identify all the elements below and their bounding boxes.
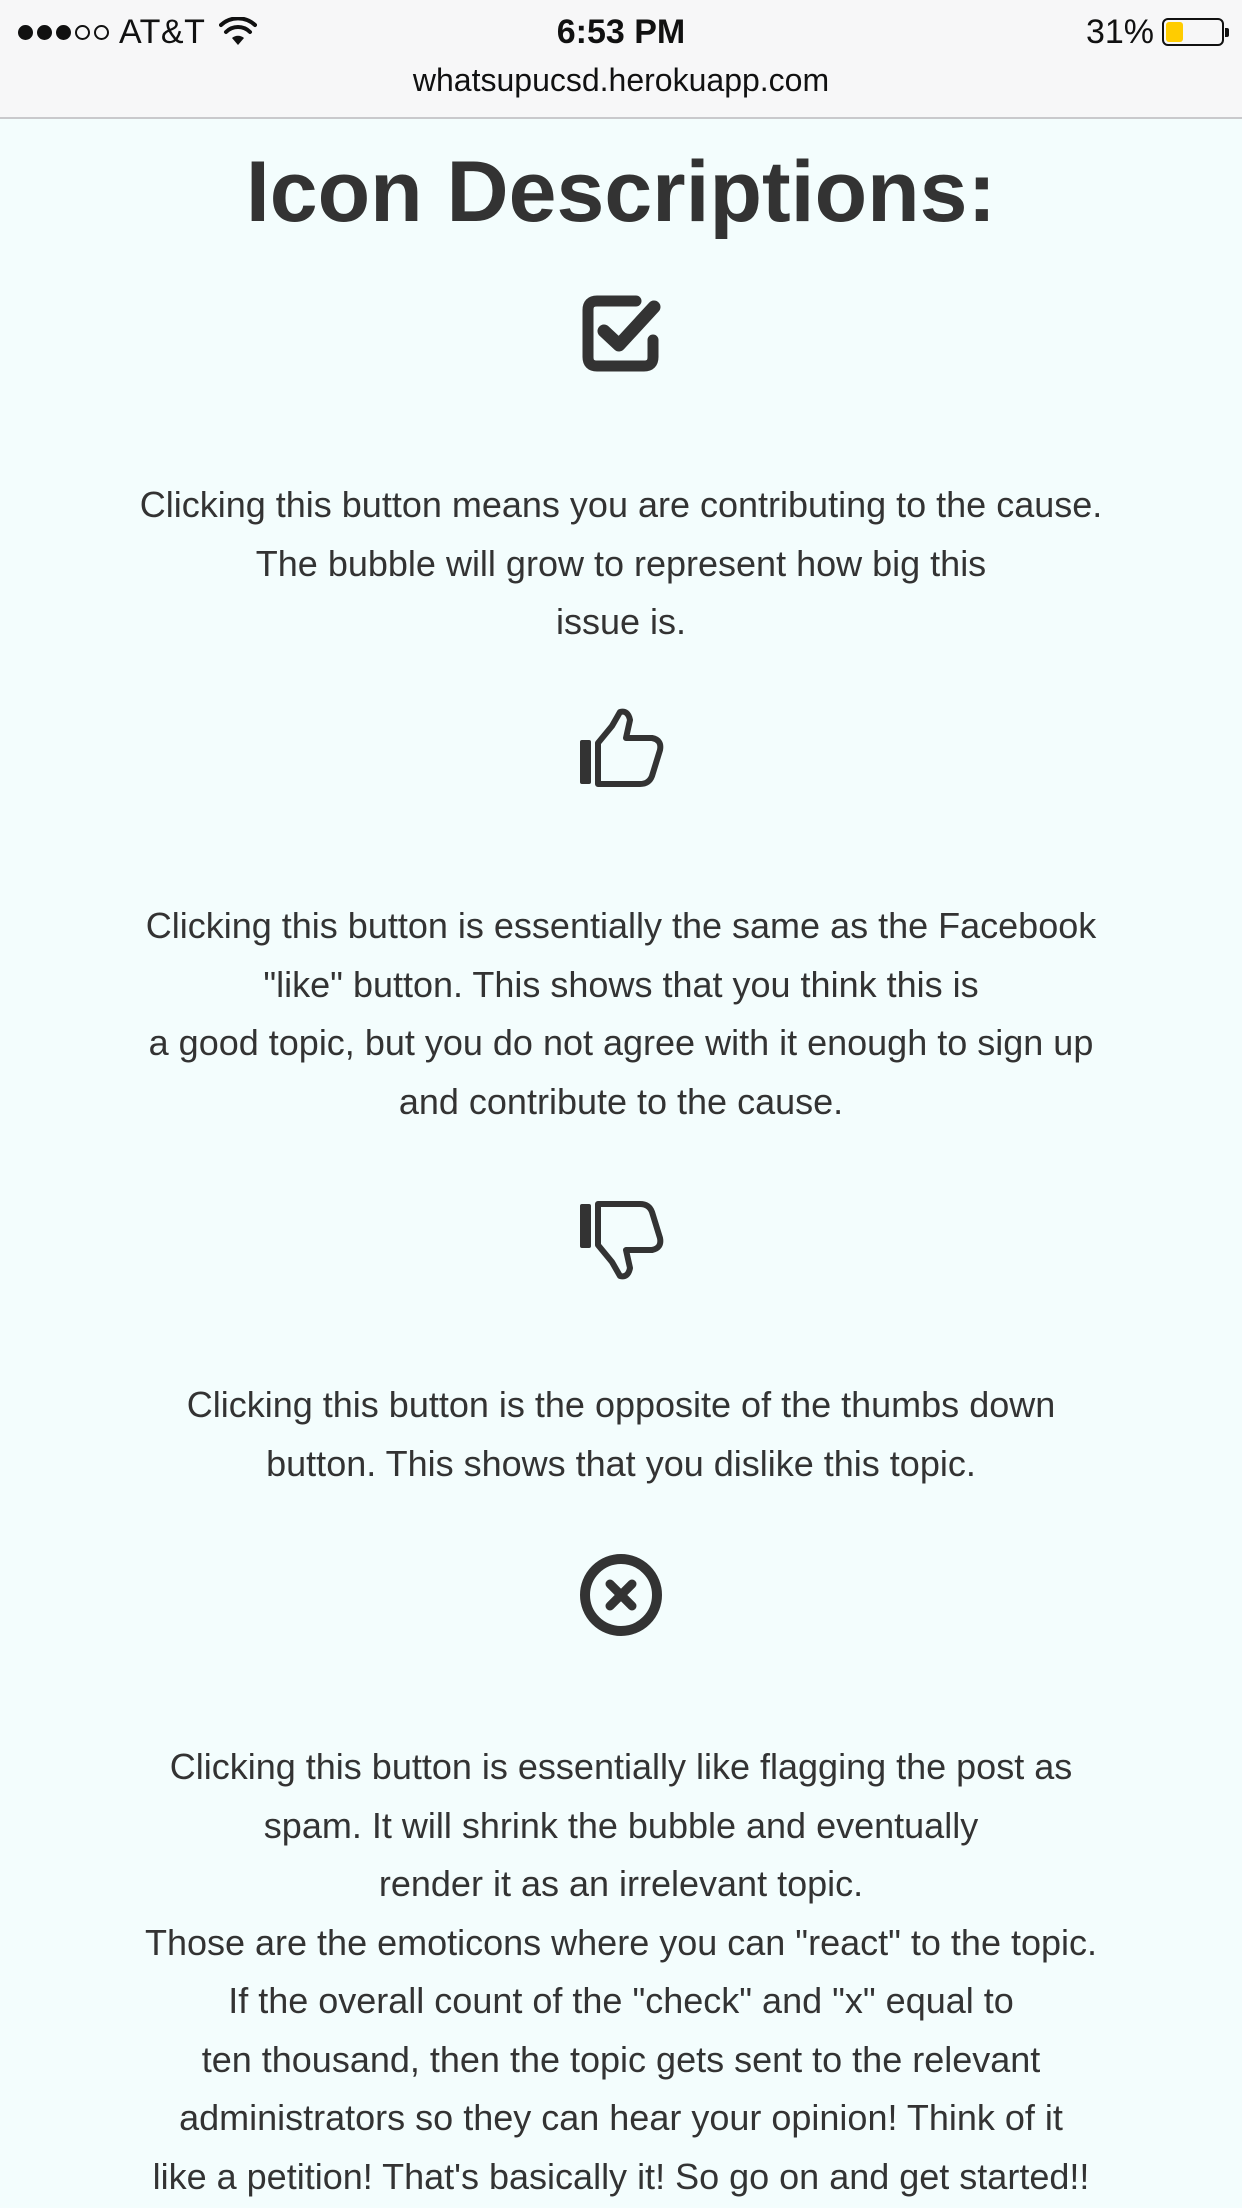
battery-level-fill bbox=[1166, 22, 1183, 42]
thumbs-down-description: Clicking this button is the opposite of … bbox=[186, 1384, 1056, 1484]
thumbs-down-icon[interactable] bbox=[578, 1196, 664, 1282]
battery-icon bbox=[1162, 18, 1229, 46]
thumbs-up-description: Clicking this button is essentially the … bbox=[145, 905, 1097, 1122]
x-description: Clicking this button is essentially like… bbox=[144, 1746, 1098, 2197]
check-description: Clicking this button means you are contr… bbox=[139, 484, 1103, 642]
page-title: Icon Descriptions: bbox=[245, 144, 997, 240]
address-bar-url[interactable]: whatsupucsd.herokuapp.com bbox=[0, 58, 1242, 102]
status-right: 31% bbox=[1085, 10, 1229, 54]
battery-percent: 31% bbox=[1085, 12, 1154, 51]
thumbs-up-icon[interactable] bbox=[578, 706, 664, 792]
check-square-icon[interactable] bbox=[578, 290, 664, 376]
status-bar: AT&T 6:53 PM 31% whatsupucsd.herokuapp.c… bbox=[0, 0, 1242, 119]
status-time: 6:53 PM bbox=[556, 13, 686, 51]
times-circle-icon[interactable] bbox=[578, 1552, 664, 1638]
